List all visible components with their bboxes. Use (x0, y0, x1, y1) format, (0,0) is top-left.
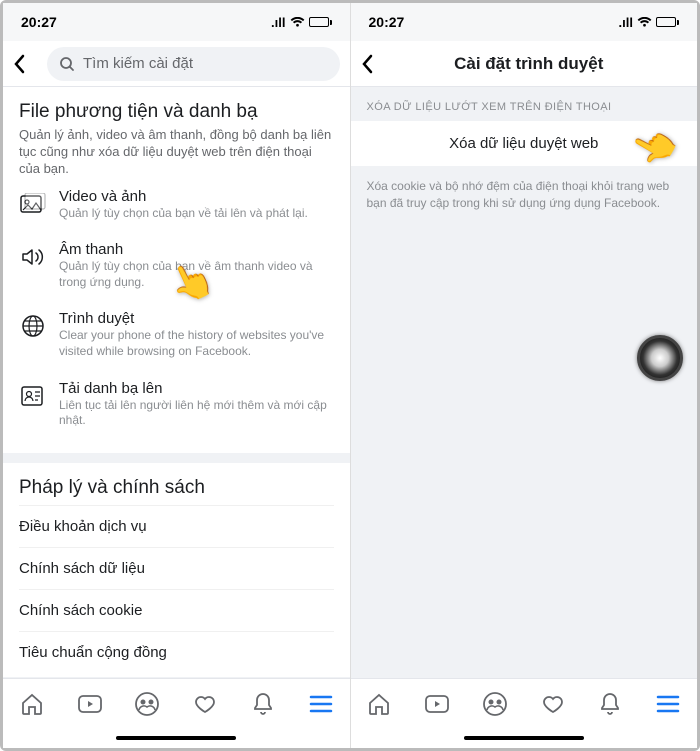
section-label: XÓA DỮ LIỆU LƯỚT XEM TRÊN ĐIỆN THOẠI (351, 87, 698, 121)
tab-notifications[interactable] (250, 691, 276, 717)
status-time: 20:27 (369, 14, 405, 30)
status-time: 20:27 (21, 14, 57, 30)
wifi-icon (290, 17, 305, 28)
legal-section: Pháp lý và chính sách Điều khoản dịch vụ… (3, 463, 350, 677)
contact-icon (19, 382, 47, 410)
search-input[interactable]: Tìm kiếm cài đặt (47, 47, 340, 81)
tab-watch[interactable] (424, 691, 450, 717)
tabbar (3, 678, 350, 728)
signal-icon: .ıll (271, 15, 285, 30)
item-title: Tải danh bạ lên (59, 380, 334, 397)
signal-icon: .ıll (619, 15, 633, 30)
header: Cài đặt trình duyệt (351, 41, 698, 87)
item-video-photo[interactable]: Video và ảnh Quản lý tùy chọn của bạn về… (19, 178, 334, 232)
item-title: Video và ảnh (59, 188, 334, 205)
tab-notifications[interactable] (597, 691, 623, 717)
status-bar: 20:27 .ıll (351, 3, 698, 41)
wifi-icon (637, 17, 652, 28)
status-indicators: .ıll (619, 15, 679, 30)
action-label: Xóa dữ liệu duyệt web (449, 135, 598, 152)
tab-groups[interactable] (134, 691, 160, 717)
tab-dating[interactable] (192, 691, 218, 717)
clear-browsing-data[interactable]: Xóa dữ liệu duyệt web 👆 (351, 121, 698, 166)
battery-icon (656, 17, 679, 27)
section-title: File phương tiện và danh bạ (19, 101, 334, 123)
info-text: Xóa cookie và bộ nhớ đệm của điện thoại … (351, 166, 698, 224)
tab-menu[interactable] (308, 691, 334, 717)
tab-home[interactable] (366, 691, 392, 717)
speaker-icon (19, 243, 47, 271)
tab-menu[interactable] (655, 691, 681, 717)
assistive-touch[interactable] (637, 335, 683, 381)
search-icon (59, 56, 75, 72)
legal-cookies[interactable]: Chính sách cookie (19, 589, 334, 631)
home-indicator (3, 728, 350, 748)
item-desc: Liên tục tải lên người liên hệ mới thêm … (59, 398, 334, 429)
legal-community[interactable]: Tiêu chuẩn cộng đồng (19, 631, 334, 673)
content-scroll[interactable]: File phương tiện và danh bạ Quản lý ảnh,… (3, 87, 350, 678)
item-desc: Clear your phone of the history of websi… (59, 328, 334, 359)
item-audio[interactable]: Âm thanh Quản lý tùy chọn của bạn về âm … (19, 231, 334, 300)
browser-settings-panel: 20:27 .ıll Cài đặt trình duyệt XÓA DỮ LI… (351, 3, 698, 748)
header: Tìm kiếm cài đặt (3, 41, 350, 87)
photo-icon (19, 190, 47, 218)
legal-data-policy[interactable]: Chính sách dữ liệu (19, 547, 334, 589)
tab-home[interactable] (19, 691, 45, 717)
media-section: File phương tiện và danh bạ Quản lý ảnh,… (3, 87, 350, 453)
item-desc: Quản lý tùy chọn của bạn về tải lên và p… (59, 206, 334, 222)
content-scroll[interactable]: XÓA DỮ LIỆU LƯỚT XEM TRÊN ĐIỆN THOẠI Xóa… (351, 87, 698, 678)
header-title: Cài đặt trình duyệt (395, 54, 664, 74)
back-button[interactable] (13, 54, 37, 74)
legal-title: Pháp lý và chính sách (19, 477, 334, 499)
tab-dating[interactable] (540, 691, 566, 717)
tab-groups[interactable] (482, 691, 508, 717)
search-placeholder: Tìm kiếm cài đặt (83, 55, 193, 72)
item-contacts[interactable]: Tải danh bạ lên Liên tục tải lên người l… (19, 370, 334, 439)
settings-panel: 20:27 .ıll Tìm kiếm cài đặt Fil (3, 3, 351, 748)
item-title: Trình duyệt (59, 310, 334, 327)
section-desc: Quản lý ảnh, video và âm thanh, đồng bộ … (19, 127, 334, 178)
home-indicator (351, 728, 698, 748)
back-button[interactable] (361, 54, 385, 74)
battery-icon (309, 17, 332, 27)
status-indicators: .ıll (271, 15, 331, 30)
status-bar: 20:27 .ıll (3, 3, 350, 41)
globe-icon (19, 312, 47, 340)
item-browser[interactable]: Trình duyệt Clear your phone of the hist… (19, 300, 334, 369)
tab-watch[interactable] (77, 691, 103, 717)
legal-tos[interactable]: Điều khoản dịch vụ (19, 505, 334, 547)
tabbar (351, 678, 698, 728)
